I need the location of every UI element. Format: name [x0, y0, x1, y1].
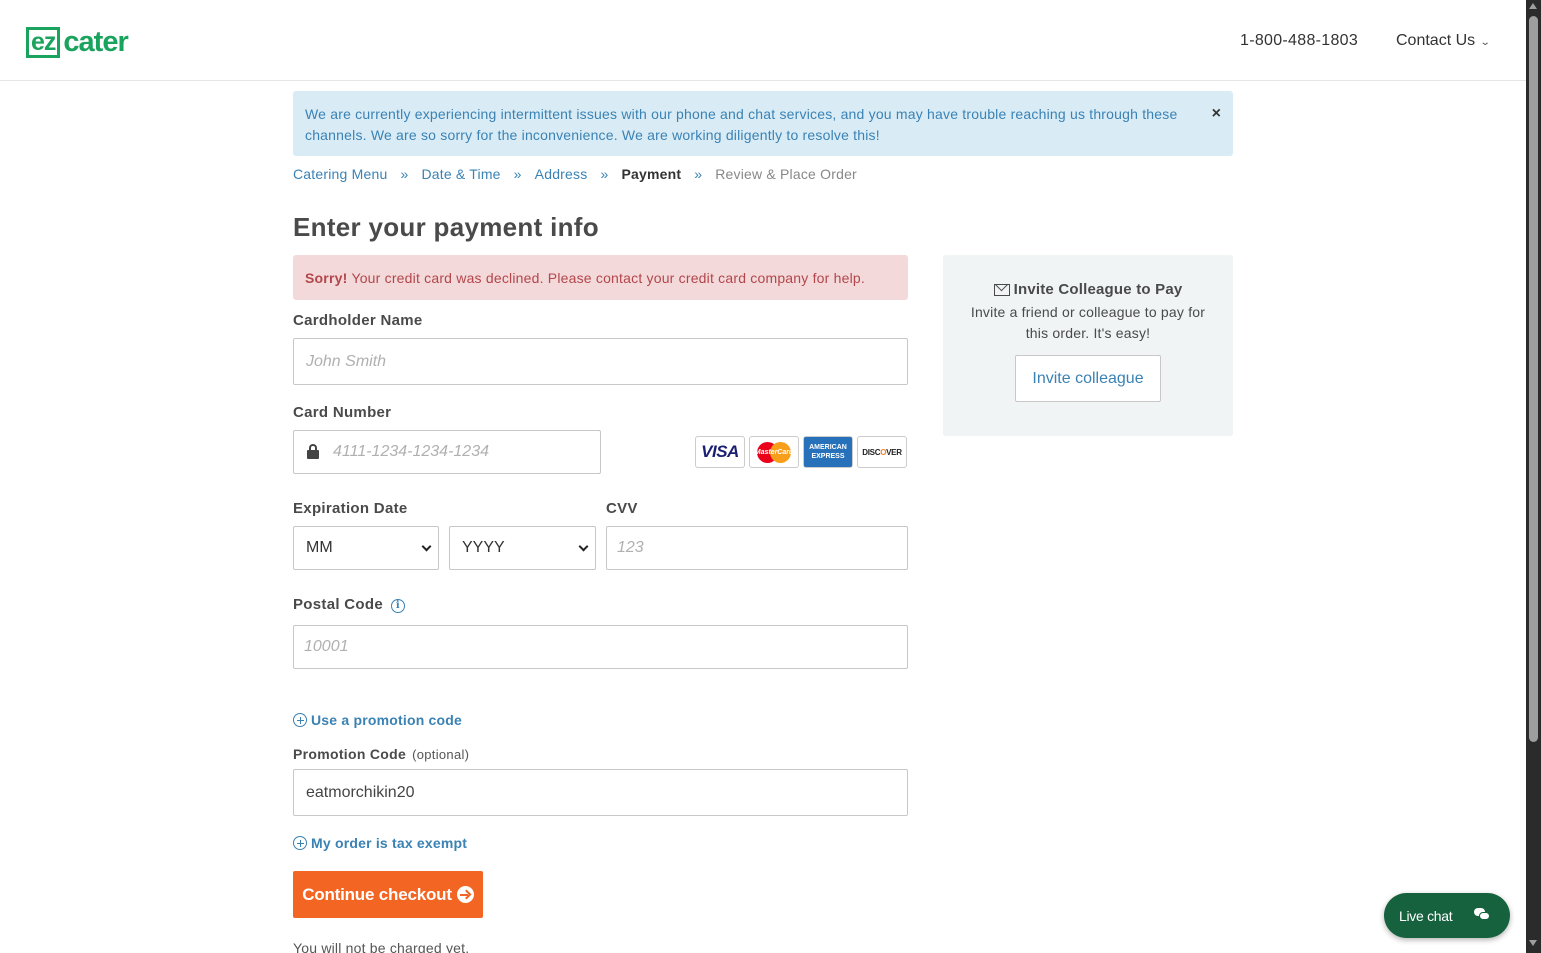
- service-alert-banner: We are currently experiencing intermitte…: [293, 91, 1233, 156]
- chevron-down-icon: ⌄: [1479, 36, 1491, 48]
- page-title: Enter your payment info: [293, 212, 599, 242]
- expiration-month-value: MM: [306, 539, 333, 556]
- chevron-down-icon: [421, 541, 432, 552]
- cvv-label: CVV: [606, 500, 638, 517]
- discover-text-b: VER: [886, 447, 902, 457]
- cvv-input[interactable]: 123: [606, 526, 908, 570]
- invite-colleague-button[interactable]: Invite colleague: [1015, 355, 1161, 402]
- breadcrumb-date-time[interactable]: Date & Time: [421, 166, 500, 182]
- contact-us-label: Contact Us: [1396, 32, 1476, 49]
- breadcrumb-address[interactable]: Address: [535, 166, 588, 182]
- cvv-placeholder: 123: [617, 539, 644, 556]
- live-chat-button[interactable]: Live chat: [1384, 893, 1510, 938]
- alert-message: We are currently experiencing intermitte…: [305, 106, 1178, 143]
- plus-circle-icon: [293, 836, 307, 850]
- error-strong: Sorry!: [305, 269, 348, 286]
- logo-cater-text: cater: [63, 25, 128, 58]
- visa-card-icon: VISA: [695, 436, 745, 468]
- lock-icon: [307, 444, 319, 459]
- promotion-code-optional: (optional): [412, 747, 470, 762]
- mastercard-icon: MasterCard: [749, 436, 799, 468]
- plus-circle-icon: [293, 713, 307, 727]
- close-icon[interactable]: ×: [1212, 105, 1221, 123]
- continue-checkout-label: Continue checkout: [302, 884, 452, 904]
- invite-title: Invite Colleague to Pay: [1013, 281, 1183, 298]
- chat-bubbles-icon: [1474, 908, 1490, 922]
- breadcrumb-separator-icon: »: [400, 166, 409, 182]
- promotion-code-label: Promotion Code: [293, 746, 407, 762]
- ezcater-logo[interactable]: ez cater: [26, 25, 129, 58]
- continue-checkout-button[interactable]: Continue checkout: [293, 871, 483, 918]
- amex-text-line2: EXPRESS: [811, 453, 845, 460]
- breadcrumb-separator-icon: »: [600, 166, 609, 182]
- not-charged-note: You will not be charged yet.: [293, 940, 470, 953]
- promotion-code-input[interactable]: eatmorchikin20: [293, 769, 908, 816]
- invite-title-row: Invite Colleague to Pay: [943, 281, 1233, 298]
- breadcrumb-review-place-order: Review & Place Order: [715, 166, 857, 182]
- scrollbar-thumb[interactable]: [1529, 16, 1538, 742]
- card-number-input[interactable]: 4111-1234-1234-1234: [293, 430, 601, 474]
- chevron-down-icon: [578, 541, 589, 552]
- amex-text-line1: AMERICAN: [809, 444, 847, 451]
- error-message: Your credit card was declined. Please co…: [351, 269, 865, 286]
- promotion-code-label-row: Promotion Code (optional): [293, 746, 469, 762]
- promotion-code-value: eatmorchikin20: [306, 783, 415, 801]
- postal-code-input[interactable]: 10001: [293, 625, 908, 669]
- site-header: ez cater 1-800-488-1803 Contact Us ⌄: [0, 0, 1526, 81]
- logo-ez-mark: ez: [26, 26, 61, 58]
- discover-text-a: DISC: [862, 447, 881, 457]
- use-promotion-code-label: Use a promotion code: [311, 712, 463, 728]
- page-scrollbar[interactable]: [1526, 0, 1541, 953]
- postal-code-label: Postal Code: [293, 596, 383, 613]
- scroll-down-arrow-icon[interactable]: [1529, 940, 1537, 946]
- breadcrumb-catering-menu[interactable]: Catering Menu: [293, 166, 387, 182]
- use-promotion-code-toggle[interactable]: Use a promotion code: [293, 712, 462, 728]
- scroll-up-arrow-icon[interactable]: [1529, 3, 1537, 9]
- cardholder-name-input[interactable]: John Smith: [293, 338, 908, 385]
- discover-card-icon: DISC O VER: [857, 436, 907, 468]
- breadcrumb-separator-icon: »: [694, 166, 703, 182]
- postal-code-label-row: Postal Code i: [293, 596, 405, 613]
- card-declined-error: Sorry! Your credit card was declined. Pl…: [293, 255, 908, 300]
- breadcrumb-separator-icon: »: [513, 166, 522, 182]
- card-number-placeholder: 4111-1234-1234-1234: [333, 443, 489, 460]
- tax-exempt-label: My order is tax exempt: [311, 835, 468, 851]
- envelope-icon: [993, 283, 1010, 296]
- invite-description: Invite a friend or colleague to pay for …: [970, 304, 1206, 341]
- contact-us-dropdown[interactable]: Contact Us ⌄: [1396, 32, 1491, 50]
- live-chat-label: Live chat: [1399, 907, 1453, 924]
- tax-exempt-toggle[interactable]: My order is tax exempt: [293, 835, 467, 851]
- expiration-date-label: Expiration Date: [293, 500, 408, 517]
- invite-colleague-panel: Invite Colleague to Pay Invite a friend …: [943, 255, 1233, 436]
- card-number-label: Card Number: [293, 404, 392, 421]
- accepted-cards: VISA MasterCard AMERICAN EXPRESS DISC O VE…: [695, 436, 907, 468]
- amex-card-icon: AMERICAN EXPRESS: [803, 436, 853, 468]
- expiration-year-value: YYYY: [462, 539, 505, 556]
- expiration-year-select[interactable]: YYYY: [449, 526, 596, 570]
- mastercard-text: MasterCard: [754, 448, 794, 456]
- postal-code-placeholder: 10001: [304, 638, 349, 655]
- expiration-month-select[interactable]: MM: [293, 526, 439, 570]
- arrow-right-circle-icon: [456, 886, 474, 903]
- info-icon[interactable]: i: [390, 598, 405, 613]
- breadcrumb: Catering Menu » Date & Time » Address » …: [293, 166, 857, 182]
- cardholder-name-label: Cardholder Name: [293, 312, 423, 329]
- breadcrumb-payment: Payment: [621, 166, 682, 182]
- phone-number-link[interactable]: 1-800-488-1803: [1240, 32, 1358, 50]
- cardholder-name-placeholder: John Smith: [306, 352, 387, 370]
